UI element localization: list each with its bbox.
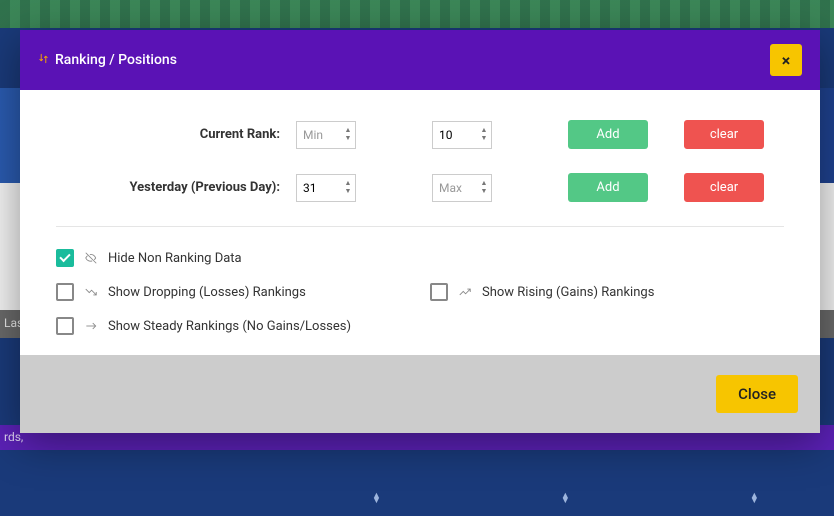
show-dropping-checkbox[interactable] <box>56 283 74 301</box>
modal-title: Ranking / Positions <box>55 52 177 68</box>
spinner-icon[interactable]: ▲▼ <box>479 177 489 199</box>
checkbox-options: Hide Non Ranking Data Show Dropping (Los… <box>56 249 784 335</box>
current-rank-clear-button[interactable]: clear <box>684 120 764 149</box>
spinner-icon[interactable]: ▲▼ <box>343 177 353 199</box>
current-rank-max-wrap: ▲▼ <box>432 121 492 149</box>
close-button[interactable]: Close <box>716 375 798 413</box>
show-steady-row: Show Steady Rankings (No Gains/Losses) <box>56 317 784 335</box>
show-rising-row: Show Rising (Gains) Rankings <box>430 283 784 301</box>
ranking-positions-modal: Ranking / Positions × Current Rank: ▲▼ ▲… <box>20 30 820 433</box>
modal-footer: Close <box>20 355 820 433</box>
arrow-right-icon <box>84 319 98 333</box>
divider <box>56 226 784 227</box>
show-rising-checkbox[interactable] <box>430 283 448 301</box>
current-rank-label: Current Rank: <box>56 127 296 142</box>
yesterday-rank-label: Yesterday (Previous Day): <box>56 180 296 195</box>
show-rising-label: Show Rising (Gains) Rankings <box>482 285 654 300</box>
modal-body: Current Rank: ▲▼ ▲▼ Add clear Yesterday … <box>20 90 820 355</box>
eye-off-icon <box>84 251 98 265</box>
background-sort-arrows: ▲▼ ▲▼ ▲▼ ▲▼ <box>0 494 834 504</box>
modal-title-group: Ranking / Positions <box>38 52 177 68</box>
current-rank-row: Current Rank: ▲▼ ▲▼ Add clear <box>56 120 784 149</box>
hide-non-ranking-row: Hide Non Ranking Data <box>56 249 784 267</box>
modal-header: Ranking / Positions × <box>20 30 820 90</box>
spinner-icon[interactable]: ▲▼ <box>343 124 353 146</box>
show-steady-checkbox[interactable] <box>56 317 74 335</box>
trending-down-icon <box>84 285 98 299</box>
close-x-button[interactable]: × <box>770 44 802 76</box>
yesterday-rank-min-wrap: ▲▼ <box>296 174 356 202</box>
show-dropping-row: Show Dropping (Losses) Rankings <box>56 283 410 301</box>
yesterday-rank-row: Yesterday (Previous Day): ▲▼ ▲▼ Add clea… <box>56 173 784 202</box>
yesterday-rank-add-button[interactable]: Add <box>568 173 648 202</box>
hide-non-ranking-checkbox[interactable] <box>56 249 74 267</box>
yesterday-rank-clear-button[interactable]: clear <box>684 173 764 202</box>
hide-non-ranking-label: Hide Non Ranking Data <box>108 251 242 266</box>
current-rank-add-button[interactable]: Add <box>568 120 648 149</box>
background-green-stripe <box>0 0 834 28</box>
spinner-icon[interactable]: ▲▼ <box>479 124 489 146</box>
trending-up-icon <box>458 285 472 299</box>
show-dropping-label: Show Dropping (Losses) Rankings <box>108 285 306 300</box>
sort-icon <box>38 52 49 68</box>
yesterday-rank-max-wrap: ▲▼ <box>432 174 492 202</box>
current-rank-min-wrap: ▲▼ <box>296 121 356 149</box>
show-steady-label: Show Steady Rankings (No Gains/Losses) <box>108 319 351 334</box>
